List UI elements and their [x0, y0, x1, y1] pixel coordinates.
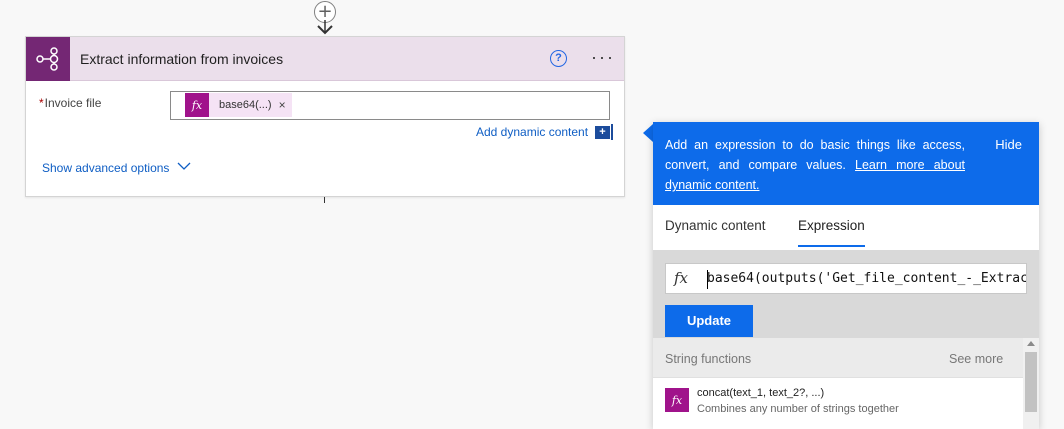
- function-category-header: String functions See more: [653, 338, 1039, 378]
- show-advanced-options-link[interactable]: Show advanced options: [42, 161, 169, 175]
- tab-expression[interactable]: Expression: [798, 218, 865, 233]
- invoice-file-label: *Invoice file: [39, 96, 101, 110]
- more-options-icon[interactable]: ···: [591, 47, 615, 67]
- see-more-link[interactable]: See more: [949, 352, 1003, 366]
- arrow-down-icon: [317, 20, 333, 35]
- function-category-label: String functions: [665, 352, 752, 366]
- function-list-scrollbar[interactable]: [1023, 338, 1039, 429]
- chevron-down-icon[interactable]: [177, 161, 191, 171]
- panel-pointer: [643, 124, 653, 142]
- function-list-item[interactable]: fx concat(text_1, text_2?, ...) Combines…: [653, 378, 1023, 424]
- expression-text: base64(outputs('Get_file_content_-_Extra…: [707, 271, 1027, 286]
- fx-icon: fx: [185, 93, 209, 117]
- active-tab-indicator: [798, 245, 865, 247]
- function-list: String functions See more fx concat(text…: [653, 338, 1039, 429]
- action-card: Extract information from invoices ? ··· …: [25, 36, 625, 197]
- function-description: Combines any number of strings together: [697, 403, 899, 415]
- ai-builder-icon: [26, 36, 70, 81]
- help-icon[interactable]: ?: [550, 50, 567, 67]
- connector-line: [324, 197, 325, 203]
- action-card-header[interactable]: Extract information from invoices ? ···: [26, 36, 624, 81]
- add-dynamic-content-edge: [611, 124, 613, 140]
- info-text: Add an expression to do basic things lik…: [665, 135, 965, 195]
- tab-dynamic-content[interactable]: Dynamic content: [665, 218, 766, 233]
- scrollbar-thumb[interactable]: [1025, 352, 1037, 412]
- add-dynamic-content-link[interactable]: Add dynamic content: [476, 125, 588, 139]
- expression-token[interactable]: fx base64(...) ×: [185, 93, 292, 117]
- invoice-file-input[interactable]: fx base64(...) ×: [170, 91, 610, 120]
- token-text: base64(...): [219, 99, 272, 111]
- update-button[interactable]: Update: [665, 305, 753, 337]
- fx-icon: fx: [665, 388, 689, 412]
- text-cursor: [707, 270, 708, 289]
- panel-tabs: Dynamic content Expression: [653, 205, 1039, 250]
- remove-token-icon[interactable]: ×: [279, 98, 286, 112]
- fx-icon: fx: [674, 269, 689, 287]
- panel-info-banner: Add an expression to do basic things lik…: [653, 122, 1039, 205]
- action-title: Extract information from invoices: [80, 50, 284, 67]
- add-dynamic-content-icon[interactable]: +: [595, 126, 610, 139]
- required-marker: *: [39, 96, 44, 110]
- expression-editor-area: fx base64(outputs('Get_file_content_-_Ex…: [653, 250, 1039, 338]
- invoice-file-label-text: Invoice file: [44, 96, 102, 110]
- expression-panel: Add an expression to do basic things lik…: [653, 122, 1039, 429]
- function-name: concat(text_1, text_2?, ...): [697, 387, 825, 399]
- scroll-up-icon[interactable]: [1027, 341, 1035, 346]
- hide-button[interactable]: Hide: [995, 137, 1022, 152]
- expression-input[interactable]: fx base64(outputs('Get_file_content_-_Ex…: [665, 263, 1027, 294]
